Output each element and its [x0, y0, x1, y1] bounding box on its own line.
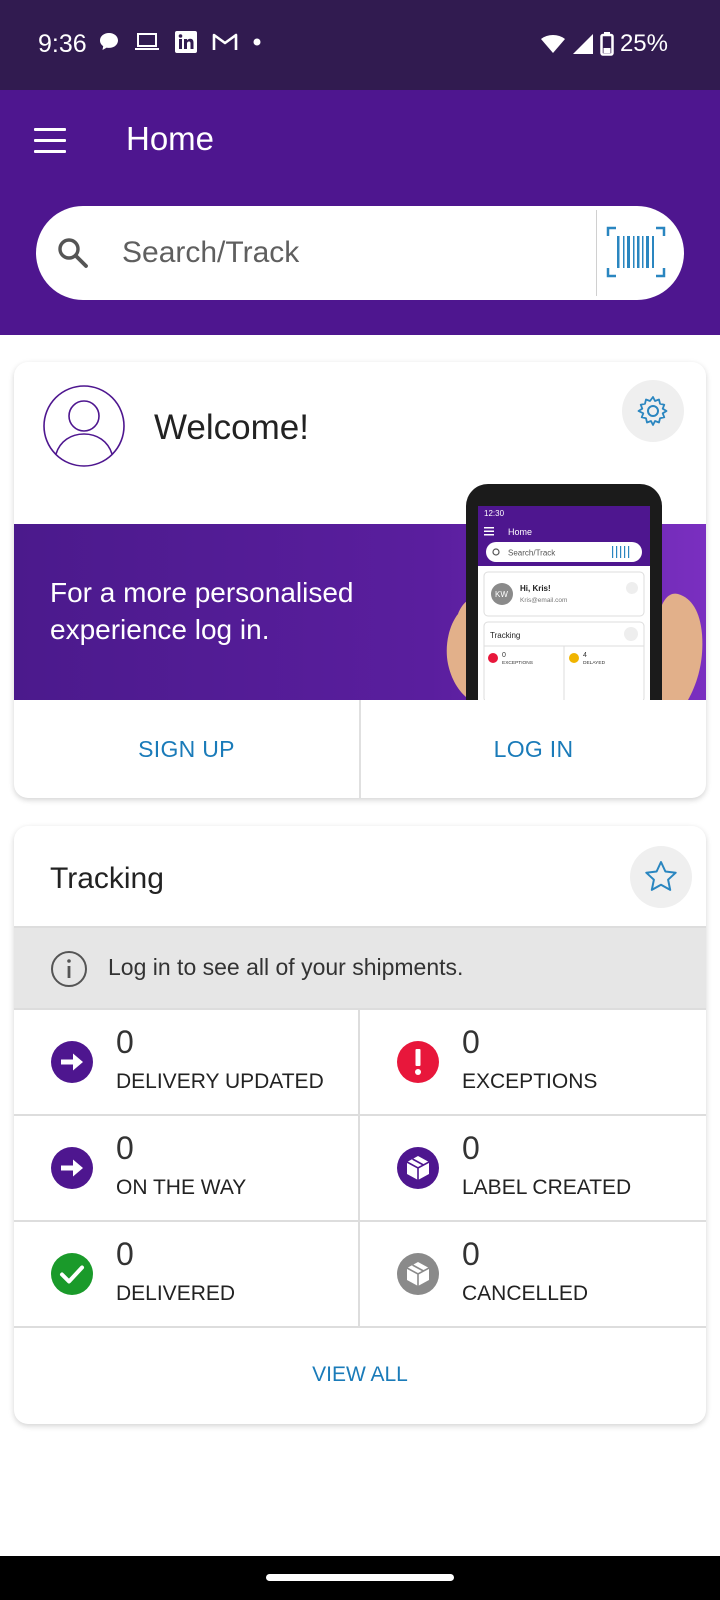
wifi-icon — [540, 34, 565, 53]
auth-actions: SIGN UP LOG IN — [14, 700, 706, 798]
dot-icon — [253, 38, 261, 46]
hamburger-line — [34, 139, 66, 142]
status-count: 0 — [462, 1024, 480, 1060]
tracking-title: Tracking — [50, 862, 164, 895]
settings-button[interactable] — [622, 380, 684, 442]
arrow-right-icon — [51, 1147, 93, 1189]
phone-mock-delayed-label: DELAYED — [583, 660, 606, 666]
info-icon — [51, 951, 87, 987]
home-gesture-handle[interactable] — [266, 1574, 454, 1581]
phone-mock-exceptions-label: EXCEPTIONS — [502, 660, 533, 666]
arrow-right-icon — [51, 1041, 93, 1083]
tracking-status-grid: 0 DELIVERY UPDATED 0 EXCEPTIONS 0 ON THE… — [14, 1008, 706, 1328]
promo-text: For a more personalised experience log i… — [50, 577, 354, 645]
status-label: DELIVERY UPDATED — [116, 1070, 324, 1093]
status-cell-delivered[interactable]: 0 DELIVERED — [14, 1222, 360, 1328]
phone-mock-time: 12:30 — [484, 509, 505, 518]
menu-button[interactable] — [34, 128, 66, 154]
phone-mock-email: Kris@email.com — [520, 597, 567, 604]
status-cell-label-created[interactable]: 0 LABEL CREATED — [360, 1116, 706, 1222]
status-label: DELIVERED — [116, 1282, 236, 1305]
hamburger-line — [34, 128, 66, 131]
status-cell-cancelled[interactable]: 0 CANCELLED — [360, 1222, 706, 1328]
log-in-button[interactable]: LOG IN — [359, 700, 706, 798]
page-title: Home — [126, 120, 215, 157]
signal-icon — [572, 34, 593, 54]
search-divider — [596, 210, 597, 296]
status-label: ON THE WAY — [116, 1176, 247, 1199]
search-icon — [58, 238, 88, 268]
phone-illustration: 12:30 Home Search/Track KW Hi, Kris! Kri… — [446, 484, 703, 700]
battery-percent: 25% — [619, 30, 668, 57]
login-info-bar: Log in to see all of your shipments. — [14, 926, 706, 1008]
barcode-scan-icon[interactable] — [604, 222, 668, 282]
laptop-icon — [135, 33, 159, 50]
app-bar: Home — [0, 90, 720, 335]
phone-mock-title: Home — [508, 527, 532, 537]
search-bar[interactable] — [36, 206, 684, 300]
welcome-title: Welcome! — [154, 408, 309, 447]
status-bar: 9:36 25% — [0, 0, 720, 90]
sign-up-button[interactable]: SIGN UP — [14, 700, 359, 798]
star-icon — [645, 861, 677, 891]
tracking-card: Tracking Log in to see all of your shipm… — [14, 826, 706, 1424]
phone-mock-avatar: KW — [495, 590, 508, 599]
status-time: 9:36 — [38, 30, 87, 58]
hamburger-line — [34, 150, 66, 153]
phone-mock-tracking: Tracking — [490, 631, 520, 640]
check-icon — [51, 1253, 93, 1295]
gmail-icon — [212, 33, 238, 50]
phone-mock-delayed-count: 4 — [583, 652, 587, 659]
avatar-icon — [43, 385, 125, 467]
phone-mock-search: Search/Track — [508, 549, 556, 558]
phone-mock-greeting: Hi, Kris! — [520, 584, 551, 593]
status-label: CANCELLED — [462, 1282, 589, 1305]
welcome-card: Welcome! For a more personalised experie… — [14, 362, 706, 798]
package-icon — [397, 1147, 439, 1189]
favorite-button[interactable] — [630, 846, 692, 908]
phone-mock-exceptions-count: 0 — [502, 652, 506, 659]
status-cell-exceptions[interactable]: 0 EXCEPTIONS — [360, 1010, 706, 1116]
package-icon — [397, 1253, 439, 1295]
notification-icons — [98, 30, 262, 54]
status-count: 0 — [462, 1130, 480, 1166]
search-input[interactable] — [122, 228, 602, 278]
login-promo-banner: For a more personalised experience log i… — [14, 484, 706, 700]
status-count: 0 — [116, 1024, 134, 1060]
status-count: 0 — [116, 1130, 134, 1166]
view-all-button[interactable]: VIEW ALL — [14, 1326, 706, 1424]
status-label: EXCEPTIONS — [462, 1070, 598, 1093]
status-cell-on-the-way[interactable]: 0 ON THE WAY — [14, 1116, 360, 1222]
status-right: 25% — [540, 30, 668, 58]
linkedin-icon — [175, 31, 197, 53]
system-nav-bar — [0, 1556, 720, 1600]
status-count: 0 — [116, 1236, 134, 1272]
status-cell-delivery-updated[interactable]: 0 DELIVERY UPDATED — [14, 1010, 360, 1116]
exclamation-icon — [397, 1041, 439, 1083]
chat-icon — [100, 33, 118, 50]
info-message: Log in to see all of your shipments. — [108, 954, 464, 980]
status-count: 0 — [462, 1236, 480, 1272]
status-label: LABEL CREATED — [462, 1176, 632, 1199]
battery-icon — [600, 32, 614, 56]
gear-icon — [637, 396, 668, 426]
